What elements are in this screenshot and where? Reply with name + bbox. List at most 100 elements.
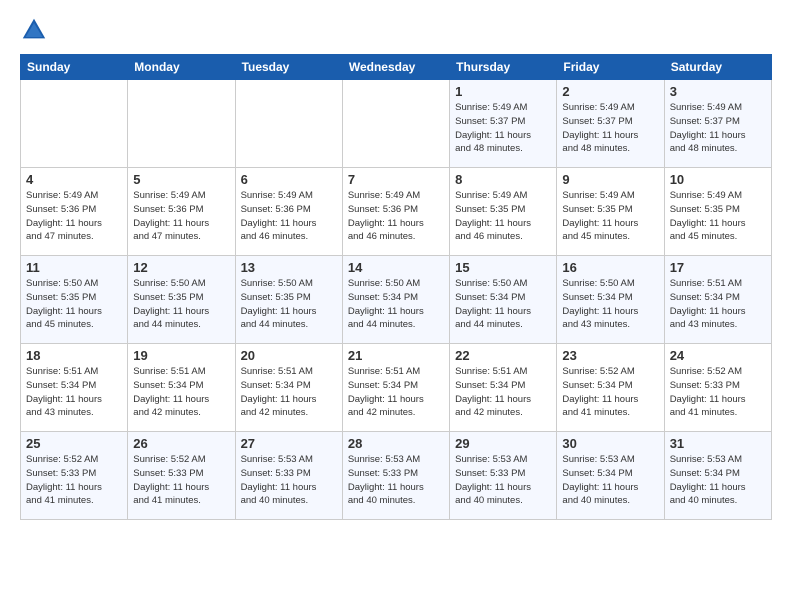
day-number: 17 <box>670 260 766 275</box>
header <box>20 16 772 44</box>
weekday-header-row: SundayMondayTuesdayWednesdayThursdayFrid… <box>21 55 772 80</box>
day-number: 19 <box>133 348 229 363</box>
day-number: 12 <box>133 260 229 275</box>
day-detail: Sunrise: 5:50 AMSunset: 5:35 PMDaylight:… <box>26 277 122 332</box>
calendar-cell: 23 Sunrise: 5:52 AMSunset: 5:34 PMDayligh… <box>557 344 664 432</box>
calendar-cell: 27 Sunrise: 5:53 AMSunset: 5:33 PMDayligh… <box>235 432 342 520</box>
calendar-cell: 15 Sunrise: 5:50 AMSunset: 5:34 PMDayligh… <box>450 256 557 344</box>
day-detail: Sunrise: 5:51 AMSunset: 5:34 PMDaylight:… <box>26 365 122 420</box>
day-number: 11 <box>26 260 122 275</box>
day-number: 1 <box>455 84 551 99</box>
day-number: 7 <box>348 172 444 187</box>
calendar-cell: 10Sunrise: 5:49 AMSunset: 5:35 PMDayligh… <box>664 168 771 256</box>
day-detail: Sunrise: 5:52 AMSunset: 5:33 PMDaylight:… <box>670 365 766 420</box>
calendar-cell: 11 Sunrise: 5:50 AMSunset: 5:35 PMDayligh… <box>21 256 128 344</box>
day-detail: Sunrise: 5:53 AMSunset: 5:34 PMDaylight:… <box>562 453 658 508</box>
calendar-cell: 12 Sunrise: 5:50 AMSunset: 5:35 PMDayligh… <box>128 256 235 344</box>
day-number: 27 <box>241 436 337 451</box>
day-number: 24 <box>670 348 766 363</box>
calendar-cell: 24 Sunrise: 5:52 AMSunset: 5:33 PMDayligh… <box>664 344 771 432</box>
day-number: 29 <box>455 436 551 451</box>
weekday-header-friday: Friday <box>557 55 664 80</box>
day-number: 28 <box>348 436 444 451</box>
calendar-cell <box>235 80 342 168</box>
day-number: 2 <box>562 84 658 99</box>
calendar-cell: 1Sunrise: 5:49 AMSunset: 5:37 PMDaylight… <box>450 80 557 168</box>
weekday-header-wednesday: Wednesday <box>342 55 449 80</box>
day-detail: Sunrise: 5:52 AMSunset: 5:34 PMDaylight:… <box>562 365 658 420</box>
calendar-cell: 31 Sunrise: 5:53 AMSunset: 5:34 PMDayligh… <box>664 432 771 520</box>
day-detail: Sunrise: 5:53 AMSunset: 5:34 PMDaylight:… <box>670 453 766 508</box>
calendar-cell: 26 Sunrise: 5:52 AMSunset: 5:33 PMDayligh… <box>128 432 235 520</box>
calendar-row-4: 25 Sunrise: 5:52 AMSunset: 5:33 PMDayligh… <box>21 432 772 520</box>
calendar-cell: 28 Sunrise: 5:53 AMSunset: 5:33 PMDayligh… <box>342 432 449 520</box>
logo-icon <box>20 16 48 44</box>
calendar-cell <box>342 80 449 168</box>
day-number: 21 <box>348 348 444 363</box>
day-number: 9 <box>562 172 658 187</box>
day-number: 5 <box>133 172 229 187</box>
day-number: 31 <box>670 436 766 451</box>
day-detail: Sunrise: 5:52 AMSunset: 5:33 PMDaylight:… <box>133 453 229 508</box>
day-detail: Sunrise: 5:50 AMSunset: 5:34 PMDaylight:… <box>562 277 658 332</box>
day-number: 16 <box>562 260 658 275</box>
calendar-cell: 2 Sunrise: 5:49 AMSunset: 5:37 PMDaylight… <box>557 80 664 168</box>
day-detail: Sunrise: 5:49 AMSunset: 5:36 PMDaylight:… <box>348 189 444 244</box>
day-detail: Sunrise: 5:50 AMSunset: 5:34 PMDaylight:… <box>455 277 551 332</box>
day-detail: Sunrise: 5:53 AMSunset: 5:33 PMDaylight:… <box>348 453 444 508</box>
calendar-cell: 13 Sunrise: 5:50 AMSunset: 5:35 PMDayligh… <box>235 256 342 344</box>
calendar-table: SundayMondayTuesdayWednesdayThursdayFrid… <box>20 54 772 520</box>
logo <box>20 16 52 44</box>
day-detail: Sunrise: 5:52 AMSunset: 5:33 PMDaylight:… <box>26 453 122 508</box>
day-detail: Sunrise: 5:51 AMSunset: 5:34 PMDaylight:… <box>455 365 551 420</box>
calendar-cell: 14 Sunrise: 5:50 AMSunset: 5:34 PMDayligh… <box>342 256 449 344</box>
day-detail: Sunrise: 5:49 AMSunset: 5:37 PMDaylight:… <box>670 101 766 156</box>
day-number: 23 <box>562 348 658 363</box>
day-detail: Sunrise: 5:51 AMSunset: 5:34 PMDaylight:… <box>133 365 229 420</box>
day-number: 6 <box>241 172 337 187</box>
day-detail: Sunrise: 5:49 AMSunset: 5:37 PMDaylight:… <box>562 101 658 156</box>
calendar-cell: 8 Sunrise: 5:49 AMSunset: 5:35 PMDaylight… <box>450 168 557 256</box>
weekday-header-monday: Monday <box>128 55 235 80</box>
day-number: 18 <box>26 348 122 363</box>
weekday-header-saturday: Saturday <box>664 55 771 80</box>
day-detail: Sunrise: 5:50 AMSunset: 5:34 PMDaylight:… <box>348 277 444 332</box>
page: SundayMondayTuesdayWednesdayThursdayFrid… <box>0 0 792 612</box>
day-number: 26 <box>133 436 229 451</box>
day-number: 22 <box>455 348 551 363</box>
calendar-cell <box>21 80 128 168</box>
calendar-cell <box>128 80 235 168</box>
day-number: 15 <box>455 260 551 275</box>
weekday-header-tuesday: Tuesday <box>235 55 342 80</box>
calendar-cell: 20Sunrise: 5:51 AMSunset: 5:34 PMDayligh… <box>235 344 342 432</box>
day-detail: Sunrise: 5:49 AMSunset: 5:36 PMDaylight:… <box>133 189 229 244</box>
calendar-cell: 3 Sunrise: 5:49 AMSunset: 5:37 PMDaylight… <box>664 80 771 168</box>
day-detail: Sunrise: 5:50 AMSunset: 5:35 PMDaylight:… <box>241 277 337 332</box>
day-number: 14 <box>348 260 444 275</box>
calendar-cell: 18 Sunrise: 5:51 AMSunset: 5:34 PMDayligh… <box>21 344 128 432</box>
day-number: 8 <box>455 172 551 187</box>
day-number: 25 <box>26 436 122 451</box>
day-number: 13 <box>241 260 337 275</box>
day-detail: Sunrise: 5:49 AMSunset: 5:35 PMDaylight:… <box>562 189 658 244</box>
day-detail: Sunrise: 5:53 AMSunset: 5:33 PMDaylight:… <box>241 453 337 508</box>
weekday-header-sunday: Sunday <box>21 55 128 80</box>
day-number: 10 <box>670 172 766 187</box>
calendar-row-3: 18 Sunrise: 5:51 AMSunset: 5:34 PMDayligh… <box>21 344 772 432</box>
calendar-row-2: 11 Sunrise: 5:50 AMSunset: 5:35 PMDayligh… <box>21 256 772 344</box>
day-number: 4 <box>26 172 122 187</box>
day-detail: Sunrise: 5:51 AMSunset: 5:34 PMDaylight:… <box>348 365 444 420</box>
calendar-cell: 4Sunrise: 5:49 AMSunset: 5:36 PMDaylight… <box>21 168 128 256</box>
calendar-cell: 7 Sunrise: 5:49 AMSunset: 5:36 PMDaylight… <box>342 168 449 256</box>
calendar-row-1: 4 Sunrise: 5:49 AMSunset: 5:36 PMDaylight… <box>21 168 772 256</box>
day-detail: Sunrise: 5:49 AMSunset: 5:35 PMDaylight:… <box>455 189 551 244</box>
day-number: 3 <box>670 84 766 99</box>
calendar-cell: 21 Sunrise: 5:51 AMSunset: 5:34 PMDayligh… <box>342 344 449 432</box>
calendar-cell: 9 Sunrise: 5:49 AMSunset: 5:35 PMDaylight… <box>557 168 664 256</box>
day-detail: Sunrise: 5:50 AMSunset: 5:35 PMDaylight:… <box>133 277 229 332</box>
calendar-cell: 29 Sunrise: 5:53 AMSunset: 5:33 PMDayligh… <box>450 432 557 520</box>
day-detail: Sunrise: 5:53 AMSunset: 5:33 PMDaylight:… <box>455 453 551 508</box>
calendar-cell: 17Sunrise: 5:51 AMSunset: 5:34 PMDayligh… <box>664 256 771 344</box>
calendar-cell: 5 Sunrise: 5:49 AMSunset: 5:36 PMDaylight… <box>128 168 235 256</box>
calendar-cell: 25 Sunrise: 5:52 AMSunset: 5:33 PMDayligh… <box>21 432 128 520</box>
